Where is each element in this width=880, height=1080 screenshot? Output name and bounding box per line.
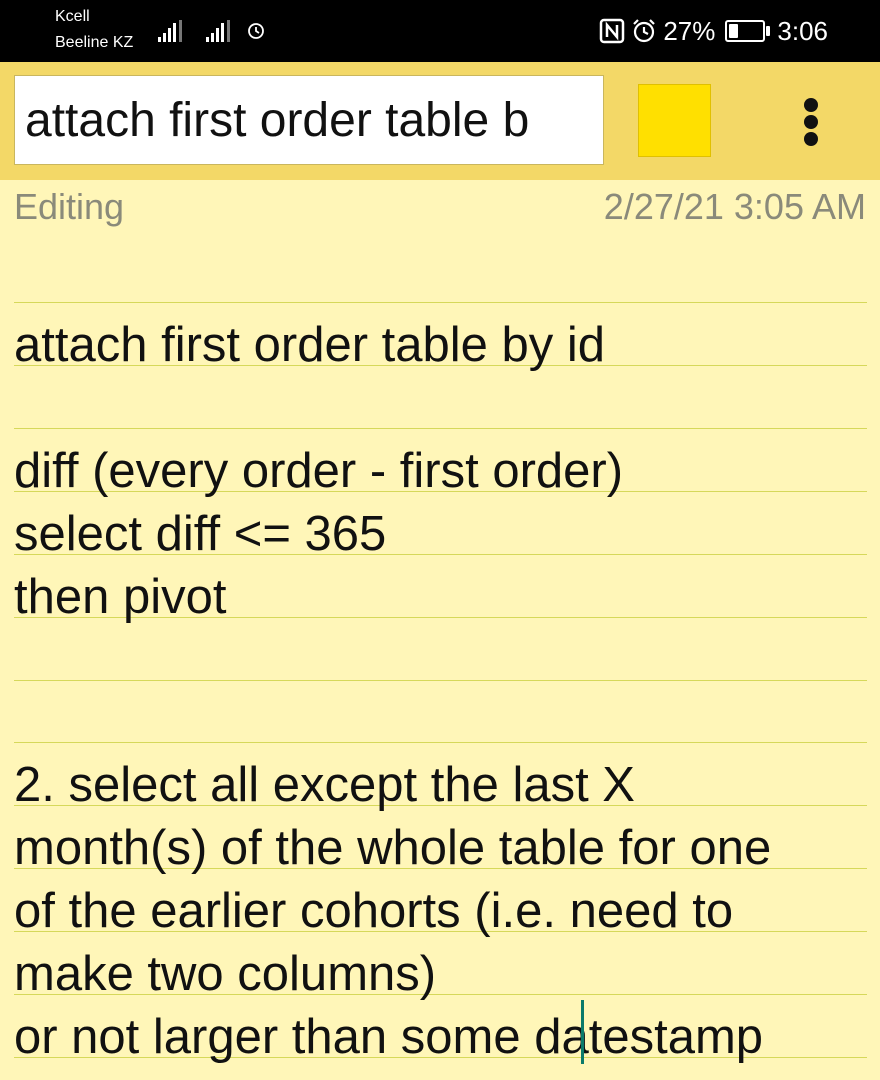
status-bar: Kcell Beeline KZ 27% 3:06 <box>0 0 880 62</box>
ruled-line <box>14 428 867 429</box>
more-vert-icon[interactable] <box>792 92 832 152</box>
note-line: diff (every order - first order) <box>14 444 624 498</box>
carrier-name-2: Beeline KZ <box>55 34 134 51</box>
signal-icon <box>158 20 186 42</box>
ruled-line <box>14 680 867 681</box>
note-line: month(s) of the whole table for one <box>14 821 772 875</box>
note-date: 2/27/21 3:05 AM <box>603 186 866 227</box>
ruled-line <box>14 302 867 303</box>
note-line: then pivot <box>14 570 227 624</box>
battery-percent: 27% <box>663 15 716 46</box>
note-line: select diff <= 365 <box>14 507 387 561</box>
note-line: make two columns) <box>14 947 437 1001</box>
editing-status: Editing <box>14 186 125 227</box>
note-toolbar: attach first order table b <box>0 62 880 180</box>
ruled-line <box>14 742 867 743</box>
alarm-icon <box>633 19 656 43</box>
nfc-icon <box>600 18 625 44</box>
note-line: 2. select all except the last X <box>14 758 635 812</box>
battery-icon <box>725 20 771 42</box>
carrier-name-1: Kcell <box>55 8 90 25</box>
clock: 3:06 <box>777 15 828 46</box>
alarm-icon <box>248 23 264 39</box>
title-input[interactable]: attach first order table b <box>14 75 604 165</box>
text-cursor <box>581 1000 584 1064</box>
note-editor[interactable]: attach first order table by id diff (eve… <box>0 240 880 1080</box>
note-line: attach first order table by id <box>14 318 606 372</box>
color-picker-button[interactable] <box>638 84 711 157</box>
note-line: or not larger than some datestamp <box>14 1010 764 1064</box>
note-line: of the earlier cohorts (i.e. need to <box>14 884 734 938</box>
signal-icon <box>206 20 234 42</box>
